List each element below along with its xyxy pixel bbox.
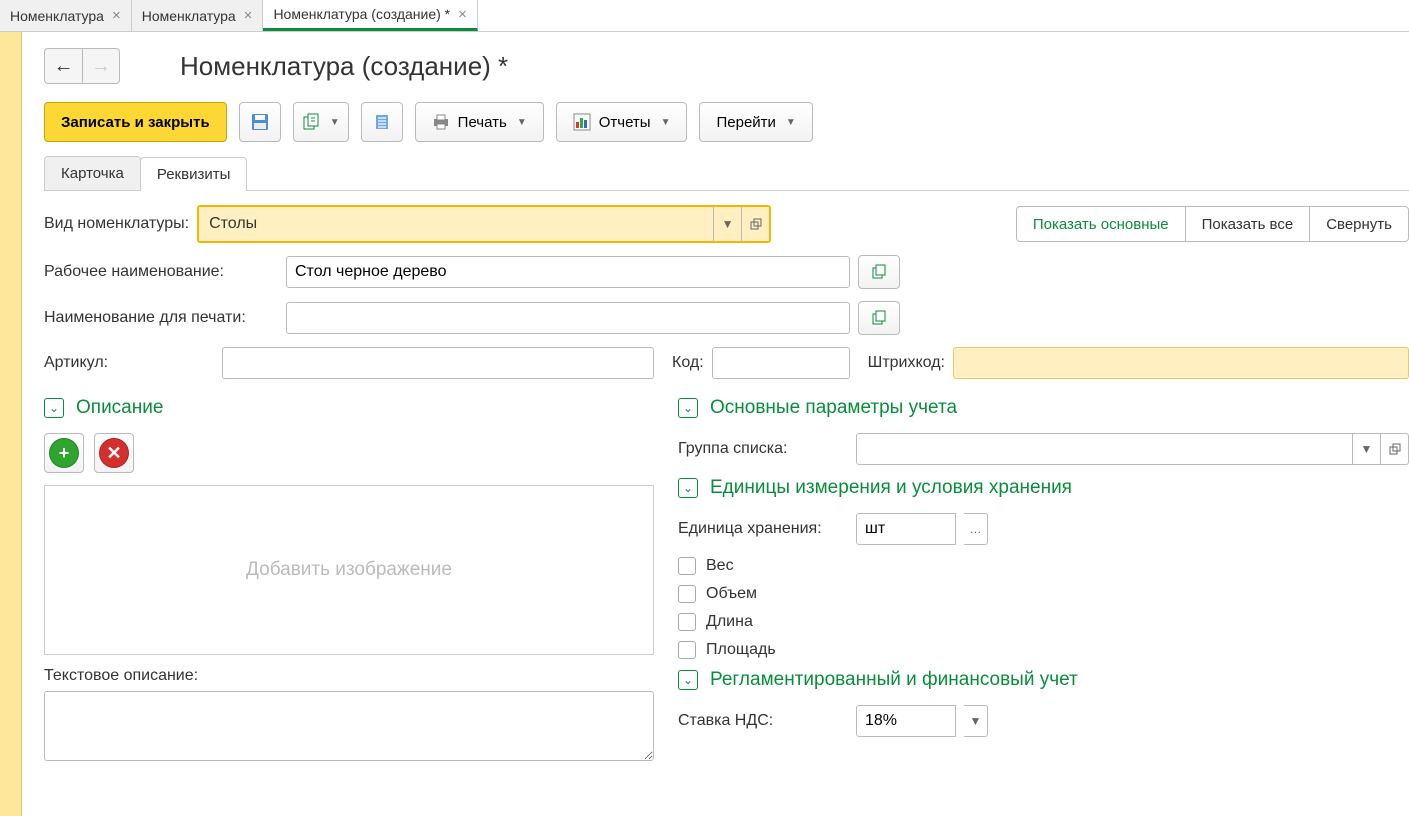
goto-button[interactable]: Перейти ▼ bbox=[699, 102, 812, 142]
left-sidebar-strip bbox=[0, 32, 22, 816]
copy-icon bbox=[871, 264, 887, 280]
nav-back-button[interactable]: ← bbox=[44, 48, 82, 84]
type-value: Столы bbox=[199, 215, 713, 233]
chart-icon bbox=[573, 113, 591, 131]
tab-nomenclature-create[interactable]: Номенклатура (создание) * × bbox=[263, 0, 477, 31]
section-units: Единицы измерения и условия хранения bbox=[710, 477, 1072, 499]
volume-label: Объем bbox=[706, 585, 757, 603]
tab-label: Номенклатура bbox=[10, 8, 104, 24]
section-accounting: Основные параметры учета bbox=[710, 397, 957, 419]
chevron-down-icon[interactable]: ▼ bbox=[964, 705, 988, 737]
chevron-down-icon[interactable]: ▼ bbox=[713, 206, 741, 242]
save-icon bbox=[251, 113, 269, 131]
close-icon[interactable]: × bbox=[458, 6, 467, 23]
inner-tab-requisites[interactable]: Реквизиты bbox=[140, 157, 248, 191]
list-icon bbox=[373, 113, 391, 131]
article-input[interactable] bbox=[222, 347, 654, 379]
ellipsis-icon[interactable]: … bbox=[964, 513, 988, 545]
code-label: Код: bbox=[672, 354, 704, 372]
save-close-button[interactable]: Записать и закрыть bbox=[44, 102, 227, 142]
inner-tab-card[interactable]: Карточка bbox=[44, 156, 141, 190]
text-description-label: Текстовое описание: bbox=[44, 667, 654, 685]
save-button[interactable] bbox=[239, 102, 281, 142]
vat-label: Ставка НДС: bbox=[678, 712, 848, 730]
copy-icon bbox=[302, 113, 320, 131]
section-description: Описание bbox=[76, 397, 163, 419]
storage-unit-input[interactable] bbox=[856, 513, 956, 545]
length-label: Длина bbox=[706, 613, 753, 631]
close-icon[interactable]: × bbox=[244, 7, 253, 24]
tab-nomenclature-1[interactable]: Номенклатура × bbox=[0, 0, 132, 31]
tab-label: Номенклатура (создание) * bbox=[273, 6, 450, 22]
text-description-input[interactable] bbox=[44, 691, 654, 761]
show-main-button[interactable]: Показать основные bbox=[1017, 207, 1186, 241]
storage-unit-label: Единица хранения: bbox=[678, 520, 848, 538]
remove-image-button[interactable]: ✕ bbox=[99, 438, 129, 468]
document-tabs-bar: Номенклатура × Номенклатура × Номенклату… bbox=[0, 0, 1409, 32]
chevron-down-icon: ▼ bbox=[330, 117, 340, 128]
copy-print-name-button[interactable] bbox=[858, 301, 900, 335]
show-all-button[interactable]: Показать все bbox=[1186, 207, 1311, 241]
chevron-down-icon: ▼ bbox=[786, 117, 796, 128]
section-reg-fin: Регламентированный и финансовый учет bbox=[710, 669, 1078, 691]
add-image-button[interactable]: + bbox=[49, 438, 79, 468]
barcode-label: Штрихкод: bbox=[868, 354, 945, 372]
weight-label: Вес bbox=[706, 557, 734, 575]
collapse-toggle-icon[interactable]: ⌄ bbox=[678, 478, 698, 498]
chevron-down-icon[interactable]: ▼ bbox=[1353, 433, 1381, 465]
view-mode-buttons: Показать основные Показать все Свернуть bbox=[1016, 206, 1409, 242]
list-button[interactable] bbox=[361, 102, 403, 142]
print-name-input[interactable] bbox=[286, 302, 850, 334]
print-icon bbox=[432, 113, 450, 131]
area-label: Площадь bbox=[706, 641, 776, 659]
collapse-toggle-icon[interactable]: ⌄ bbox=[678, 670, 698, 690]
image-placeholder[interactable]: Добавить изображение bbox=[44, 485, 654, 655]
area-checkbox[interactable] bbox=[678, 641, 696, 659]
type-label: Вид номенклатуры: bbox=[44, 215, 189, 233]
chevron-down-icon: ▼ bbox=[661, 117, 671, 128]
group-list-label: Группа списка: bbox=[678, 440, 848, 458]
page-title: Номенклатура (создание) * bbox=[180, 51, 508, 82]
work-name-input[interactable] bbox=[286, 256, 850, 288]
nav-forward-button[interactable]: → bbox=[82, 48, 120, 84]
tab-nomenclature-2[interactable]: Номенклатура × bbox=[132, 0, 264, 31]
work-name-label: Рабочее наименование: bbox=[44, 263, 278, 281]
type-select[interactable]: Столы ▼ bbox=[197, 205, 771, 243]
collapse-toggle-icon[interactable]: ⌄ bbox=[44, 398, 64, 418]
code-input[interactable] bbox=[712, 347, 850, 379]
open-icon[interactable] bbox=[741, 206, 769, 242]
volume-checkbox[interactable] bbox=[678, 585, 696, 603]
print-name-label: Наименование для печати: bbox=[44, 309, 278, 327]
open-icon[interactable] bbox=[1381, 433, 1409, 465]
collapse-toggle-icon[interactable]: ⌄ bbox=[678, 398, 698, 418]
weight-checkbox[interactable] bbox=[678, 557, 696, 575]
barcode-input[interactable] bbox=[953, 347, 1409, 379]
tab-label: Номенклатура bbox=[142, 8, 236, 24]
length-checkbox[interactable] bbox=[678, 613, 696, 631]
copy-name-button[interactable] bbox=[858, 255, 900, 289]
group-list-input[interactable] bbox=[856, 433, 1353, 465]
copy-icon bbox=[871, 310, 887, 326]
print-button[interactable]: Печать ▼ bbox=[415, 102, 544, 142]
vat-input[interactable] bbox=[856, 705, 956, 737]
reports-button[interactable]: Отчеты ▼ bbox=[556, 102, 688, 142]
chevron-down-icon: ▼ bbox=[517, 117, 527, 128]
close-icon[interactable]: × bbox=[112, 7, 121, 24]
collapse-button[interactable]: Свернуть bbox=[1310, 207, 1408, 241]
article-label: Артикул: bbox=[44, 354, 214, 372]
copy-button[interactable]: ▼ bbox=[293, 102, 349, 142]
